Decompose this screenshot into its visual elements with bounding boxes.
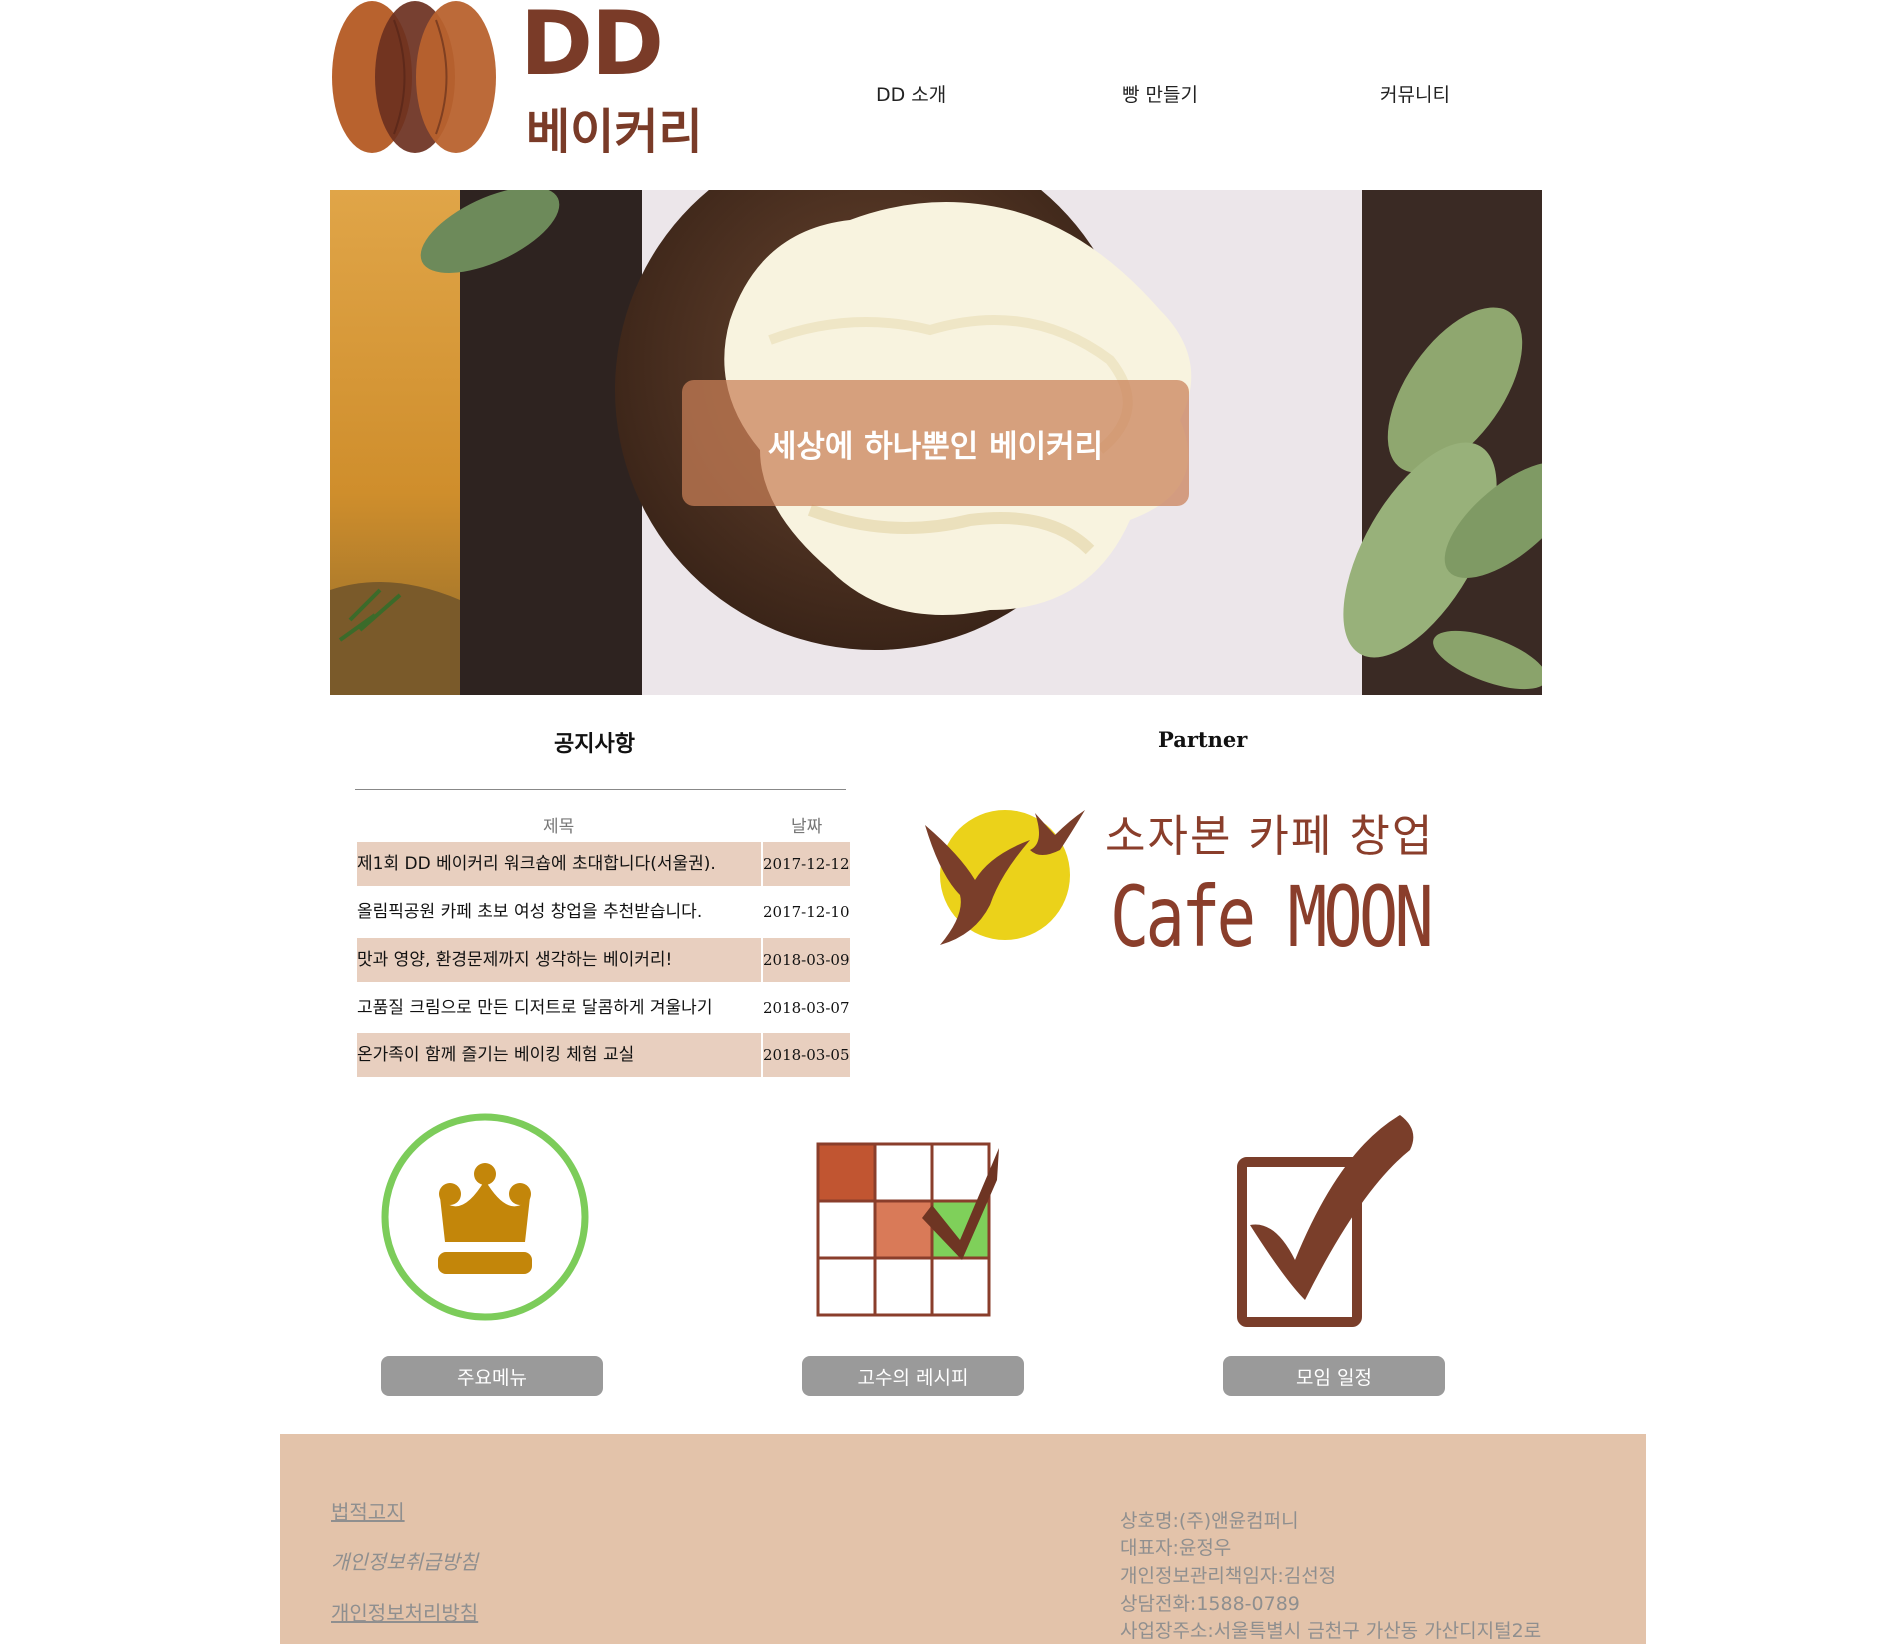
meeting-schedule-button[interactable]: 모임 일정 <box>1223 1356 1445 1396</box>
nav-item-community[interactable]: 커뮤니티 <box>1380 80 1450 107</box>
notice-row[interactable]: 제1회 DD 베이커리 워크숍에 초대합니다(서울권). 2017-12-12 <box>357 842 850 886</box>
notice-row-date: 2017-12-10 <box>763 903 850 921</box>
notice-title: 공지사항 <box>554 732 635 757</box>
notice-row-date: 2018-03-09 <box>763 938 850 982</box>
schedule-feature[interactable] <box>1230 1110 1430 1334</box>
notice-row-title[interactable]: 올림픽공원 카페 초보 여성 창업을 추천받습니다. <box>357 890 761 934</box>
footer-link-privacy-handling[interactable]: 개인정보취급방침 <box>331 1546 478 1575</box>
notice-row[interactable]: 온가족이 함께 즐기는 베이킹 체험 교실 2018-03-05 <box>357 1033 850 1077</box>
logo-line1: DD <box>520 0 664 95</box>
partner-logo-brand: Cafe MOON <box>1110 868 1434 966</box>
notice-row-date: 2017-12-12 <box>763 842 850 886</box>
recipe-button[interactable]: 고수의 레시피 <box>802 1356 1024 1396</box>
footer-phone: 상담전화:1588-0789 <box>1120 1593 1300 1615</box>
footer-link-privacy-policy[interactable]: 개인정보처리방침 <box>331 1597 478 1626</box>
notice-divider <box>355 789 846 790</box>
main-menu-button[interactable]: 주요메뉴 <box>381 1356 603 1396</box>
footer-ceo: 대표자:윤정우 <box>1120 1537 1232 1559</box>
footer-privacy-officer: 개인정보관리책임자:김선정 <box>1120 1565 1337 1587</box>
footer <box>280 1434 1646 1644</box>
moon-birds-icon <box>925 810 1085 945</box>
notice-row-date: 2018-03-07 <box>763 999 850 1017</box>
nav-item-about[interactable]: DD 소개 <box>876 80 946 107</box>
notice-row[interactable]: 고품질 크림으로 만든 디저트로 달콤하게 겨울나기 2018-03-07 <box>357 986 850 1030</box>
notice-row[interactable]: 올림픽공원 카페 초보 여성 창업을 추천받습니다. 2017-12-10 <box>357 890 850 934</box>
site-logo[interactable]: DD 베이커리 <box>330 0 710 160</box>
notice-row-title[interactable]: 제1회 DD 베이커리 워크숍에 초대합니다(서울권). <box>357 842 761 886</box>
grid-check-icon <box>816 1142 999 1317</box>
footer-link-legal[interactable]: 법적고지 <box>331 1496 405 1525</box>
menu-feature[interactable] <box>380 1112 590 1326</box>
notice-row-title[interactable]: 맛과 영양, 환경문제까지 생각하는 베이커리! <box>357 938 761 982</box>
footer-address: 사업장주소:서울특별시 금천구 가산동 가산디지털2로 <box>1120 1620 1542 1642</box>
hero-caption: 세상에 하나뿐인 베이커리 <box>682 380 1189 506</box>
notice-row-title[interactable]: 온가족이 함께 즐기는 베이킹 체험 교실 <box>357 1033 761 1077</box>
notice-row-date: 2018-03-05 <box>763 1033 850 1077</box>
nav-item-baking[interactable]: 빵 만들기 <box>1122 80 1198 107</box>
footer-company-name: 상호명:(주)앤윤컴퍼니 <box>1120 1510 1299 1532</box>
partner-logo-text: 소자본 카페 창업 <box>1105 811 1435 862</box>
partner-title: Partner <box>1158 727 1248 752</box>
checkbox-icon <box>1237 1115 1414 1327</box>
hero-banner: 세상에 하나뿐인 베이커리 <box>330 190 1542 695</box>
crown-icon <box>381 1113 589 1321</box>
recipe-feature[interactable] <box>812 1130 1012 1324</box>
notice-col-title: 제목 <box>543 817 575 837</box>
partner-logo[interactable] <box>920 795 1090 955</box>
notice-col-date: 날짜 <box>791 817 823 837</box>
notice-row-title[interactable]: 고품질 크림으로 만든 디저트로 달콤하게 겨울나기 <box>357 986 761 1030</box>
logo-line2: 베이커리 <box>526 104 703 160</box>
notice-row[interactable]: 맛과 영양, 환경문제까지 생각하는 베이커리! 2018-03-09 <box>357 938 850 982</box>
